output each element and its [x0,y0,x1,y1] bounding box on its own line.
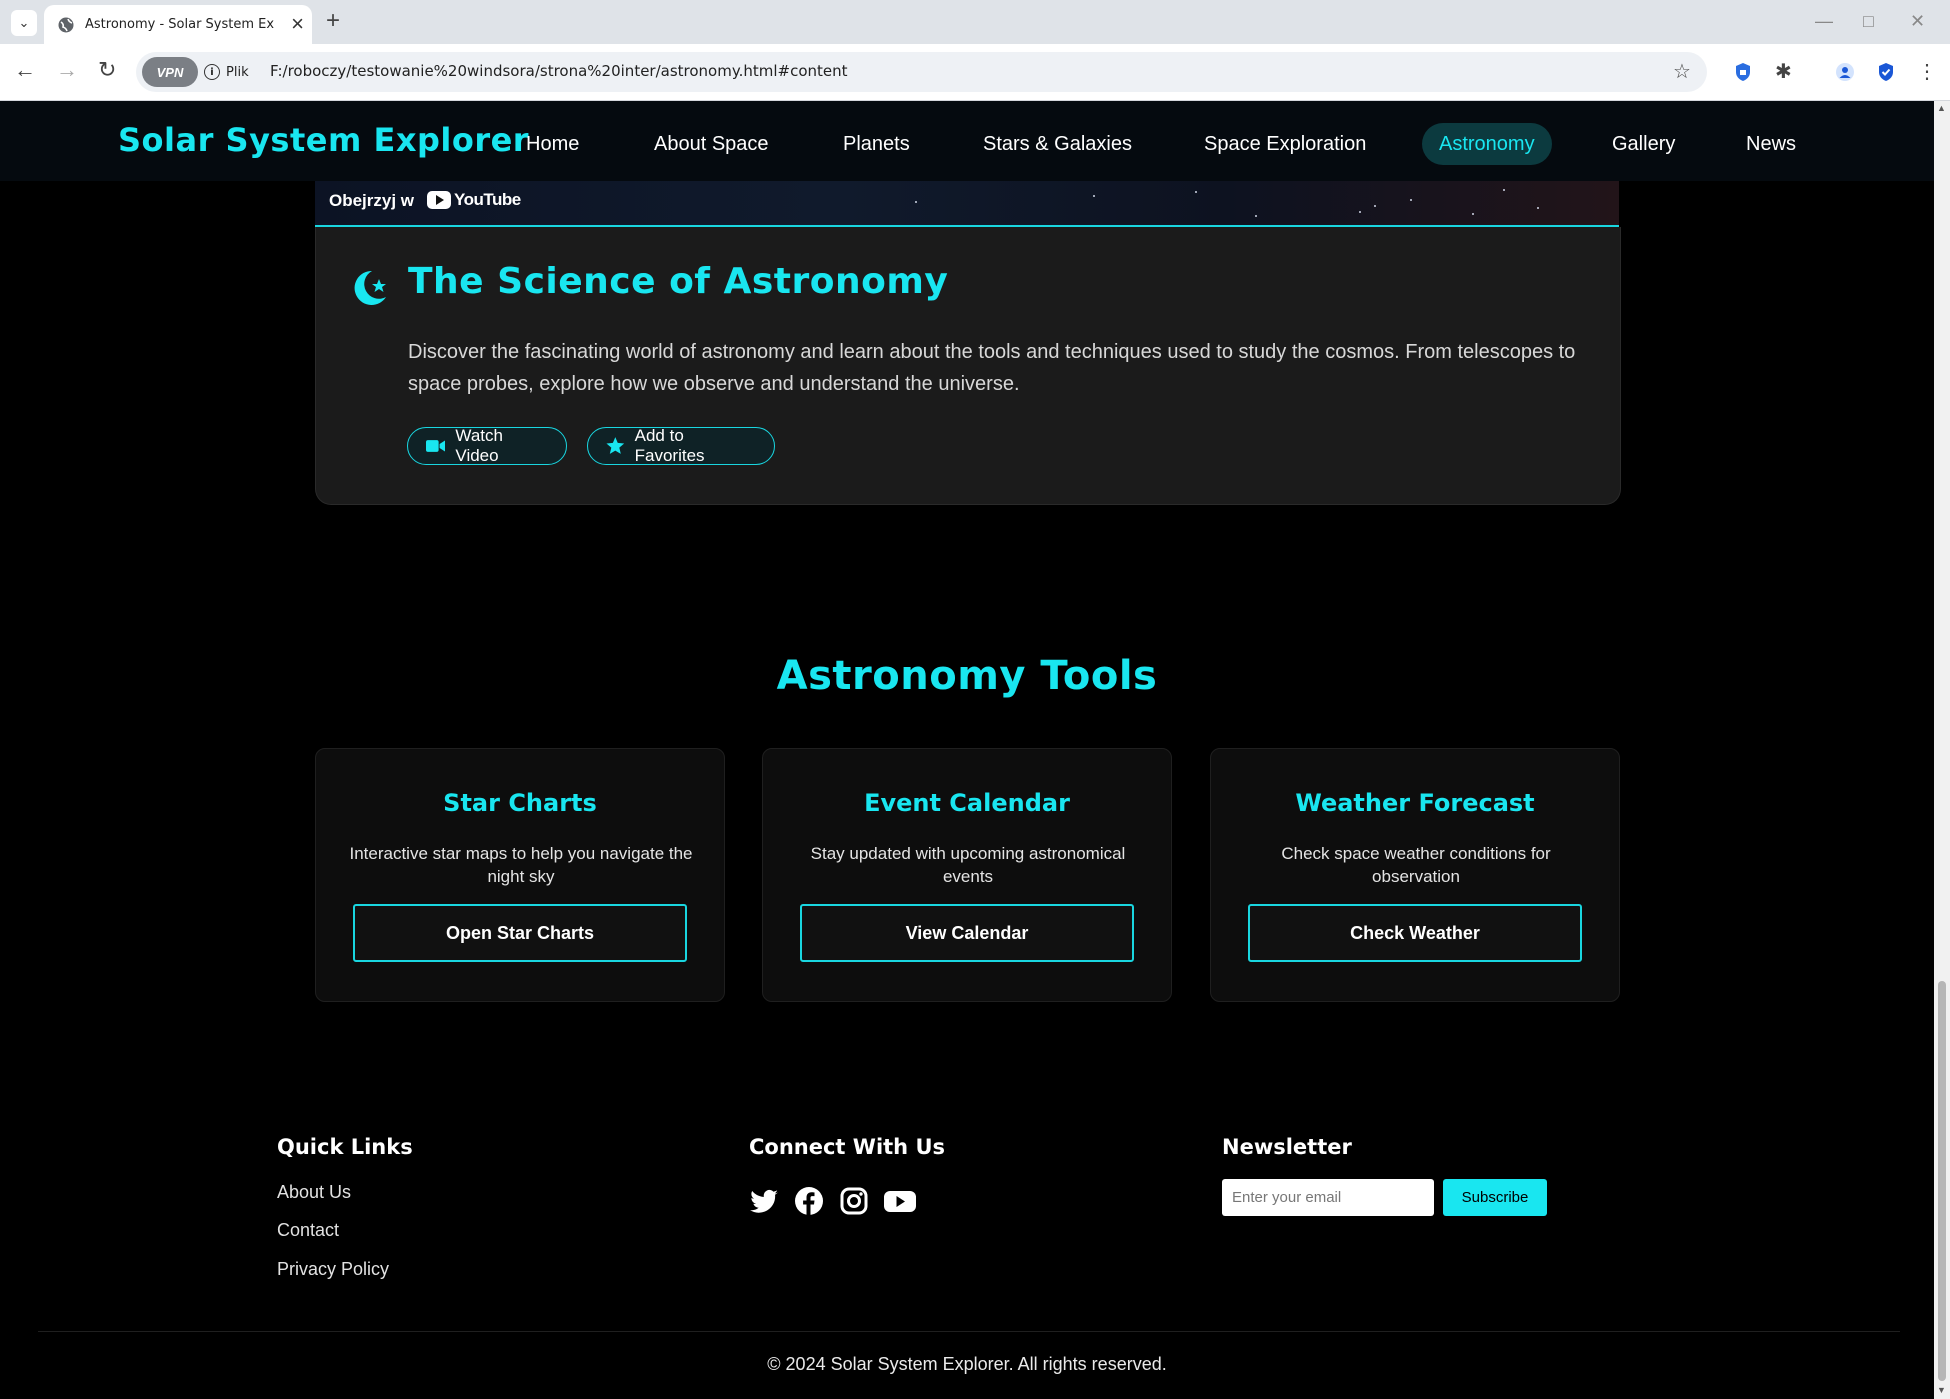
footer-link-contact[interactable]: Contact [277,1220,339,1241]
url-text[interactable]: F:/roboczy/testowanie%20windsora/strona%… [270,62,848,80]
subscribe-button[interactable]: Subscribe [1443,1179,1547,1216]
twitter-icon[interactable] [748,1185,780,1217]
minimize-icon[interactable]: — [1815,11,1833,32]
close-icon[interactable]: × [291,13,304,35]
globe-icon [58,17,74,32]
browser-tab-astronomy[interactable]: Astronomy - Solar System Explorer × [44,5,312,44]
scroll-up-icon[interactable]: ▲ [1937,103,1946,113]
watch-video-label: Watch Video [455,426,503,465]
shield-extension-icon[interactable] [1733,62,1753,82]
back-icon[interactable]: ← [14,58,36,82]
close-window-icon[interactable]: ✕ [1910,11,1925,32]
video-camera-icon [426,440,446,452]
tool-card-weather-forecast: Weather Forecast Check space weather con… [1210,748,1620,1002]
browser-tabstrip: ⌄ Astronomy - Solar System Explorer × + … [0,0,1950,44]
scroll-down-icon[interactable]: ▼ [1937,1385,1946,1395]
add-to-favorites-button[interactable]: Add to Favorites [587,426,775,465]
vpn-button[interactable]: VPN [142,57,198,87]
reload-icon[interactable]: ↻ [98,58,116,82]
profile-icon[interactable] [1836,63,1854,81]
facebook-icon[interactable] [793,1185,825,1217]
browser-toolbar: ← → ↻ VPN i Plik F:/roboczy/testowanie%2… [0,44,1950,101]
section-title: The Science of Astronomy [408,261,949,302]
footer-link-about-us[interactable]: About Us [277,1182,351,1203]
newsletter-heading: Newsletter [1222,1135,1352,1159]
chevron-down-icon: ⌄ [18,15,30,30]
star-dot [1255,215,1257,217]
tab-title: Astronomy - Solar System Explorer [85,17,275,32]
tool-card-title: Weather Forecast [1295,789,1535,817]
newsletter-email-input[interactable] [1222,1179,1434,1216]
watch-on-label: Obejrzyj w [329,191,415,210]
nav-stars-galaxies[interactable]: Stars & Galaxies [966,123,1149,165]
nav-planets[interactable]: Planets [826,123,927,165]
tool-card-star-charts: Star Charts Interactive star maps to hel… [315,748,725,1002]
copyright-text: © 2024 Solar System Explorer. All rights… [767,1354,1167,1374]
site-info-chip[interactable]: i Plik [204,58,249,86]
footer-divider [38,1331,1900,1332]
star-dot [1472,213,1474,215]
tool-card-description: Stay updated with upcoming astronomical … [810,844,1126,886]
star-dot [915,201,917,203]
quick-links-heading: Quick Links [277,1135,413,1159]
section-description: Discover the fascinating world of astron… [408,341,1576,395]
nav-space-exploration[interactable]: Space Exploration [1187,123,1383,165]
embedded-video[interactable]: Obejrzyj w YouTube [315,181,1619,227]
star-dot [1359,211,1361,213]
youtube-play-icon [427,191,451,209]
page-scrollbar[interactable]: ▲ ▼ [1934,101,1950,1399]
security-check-icon[interactable] [1876,62,1896,82]
open-star-charts-button[interactable]: Open Star Charts [353,904,687,962]
footer-link-privacy-policy[interactable]: Privacy Policy [277,1259,389,1280]
tool-card-title: Star Charts [443,789,597,817]
nav-astronomy[interactable]: Astronomy [1422,123,1552,165]
maximize-icon[interactable]: □ [1863,11,1874,32]
nav-home[interactable]: Home [509,123,596,165]
forward-icon[interactable]: → [56,58,78,82]
youtube-icon[interactable] [883,1185,917,1217]
bookmark-star-icon[interactable]: ☆ [1673,60,1691,84]
check-weather-button[interactable]: Check Weather [1248,904,1582,962]
youtube-wordmark: YouTube [454,190,521,209]
extensions-puzzle-icon[interactable]: ✱ [1775,60,1792,84]
view-calendar-button[interactable]: View Calendar [800,904,1134,962]
add-favorites-label: Add to Favorites [634,426,705,465]
connect-heading: Connect With Us [749,1135,945,1159]
star-dot [1503,189,1505,191]
star-dot [1195,191,1197,193]
site-brand[interactable]: Solar System Explorer [118,121,529,159]
moon-star-icon [354,270,386,305]
tools-section-title: Astronomy Tools [776,653,1158,699]
star-dot [1374,205,1376,207]
star-dot [1410,199,1412,201]
nav-gallery[interactable]: Gallery [1595,123,1692,165]
site-navbar: Solar System Explorer Home About Space P… [0,101,1934,181]
star-dot [1093,195,1095,197]
tool-card-description: Interactive star maps to help you naviga… [349,844,693,886]
tool-card-description: Check space weather conditions for obser… [1281,844,1551,886]
browser-menu-icon[interactable]: ⋮ [1917,60,1937,84]
page-viewport: Solar System Explorer Home About Space P… [0,101,1934,1399]
watch-video-button[interactable]: Watch Video [407,426,567,465]
youtube-logo[interactable]: YouTube [427,190,521,210]
info-icon: i [204,64,220,80]
star-icon [606,437,625,454]
tool-card-title: Event Calendar [864,789,1070,817]
star-dot [1537,207,1539,209]
nav-news[interactable]: News [1729,123,1813,165]
tool-card-event-calendar: Event Calendar Stay updated with upcomin… [762,748,1172,1002]
nav-about-space[interactable]: About Space [637,123,786,165]
site-info-label: Plik [226,64,249,80]
instagram-icon[interactable] [838,1185,870,1217]
tab-search-button[interactable]: ⌄ [11,10,37,36]
scrollbar-thumb[interactable] [1938,981,1946,1381]
new-tab-button[interactable]: + [326,9,340,33]
